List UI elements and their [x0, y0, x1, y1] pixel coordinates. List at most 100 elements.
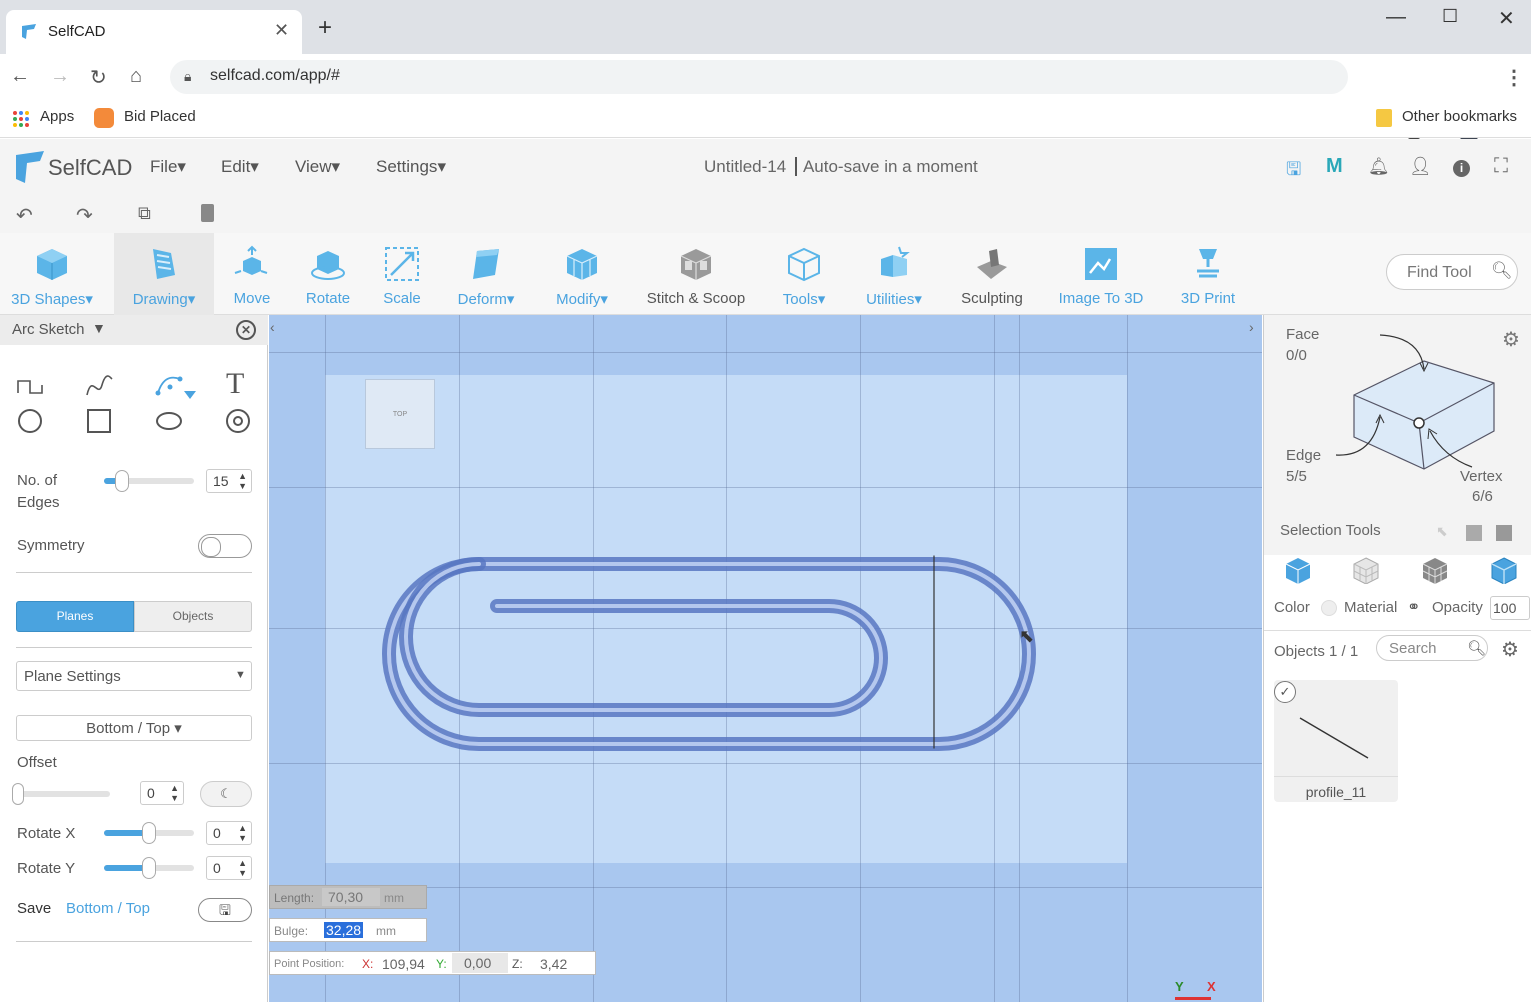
- doc-name[interactable]: Untitled-14: [704, 157, 786, 176]
- ribbon-image-to-3d[interactable]: Image To 3D: [1050, 233, 1152, 315]
- save-plane-link[interactable]: Bottom / Top: [66, 900, 150, 917]
- vertex-mode-icon[interactable]: [1490, 556, 1518, 584]
- object-mode-icon[interactable]: [1284, 556, 1312, 584]
- polyline-icon[interactable]: [16, 373, 46, 399]
- tab-planes[interactable]: Planes: [16, 601, 134, 632]
- rotate-y-slider[interactable]: [104, 857, 194, 879]
- offset-stepper[interactable]: 0 ▲ ▼: [140, 781, 184, 805]
- object-card[interactable]: ✓ profile_11: [1274, 680, 1398, 802]
- checkmark-icon[interactable]: ✓: [1274, 681, 1296, 703]
- maximize-icon[interactable]: ☐: [1442, 6, 1458, 27]
- plane-settings-dropdown[interactable]: Plane Settings ▼: [16, 661, 252, 691]
- objects-gear-icon[interactable]: ⚙: [1501, 637, 1519, 662]
- gear-icon[interactable]: ⚙: [1502, 327, 1520, 352]
- m-logo-icon[interactable]: M: [1326, 155, 1343, 178]
- omnibox[interactable]: 🔒︎ selfcad.com/app/#: [170, 60, 1348, 94]
- ribbon-rotate[interactable]: Rotate: [290, 233, 366, 315]
- ribbon-stitch-scoop[interactable]: Stitch & Scoop: [634, 233, 758, 315]
- close-panel-icon[interactable]: ✕: [236, 320, 256, 340]
- ellipse-tool-icon[interactable]: [156, 412, 182, 430]
- offset-reset-button[interactable]: ☾: [200, 781, 252, 807]
- rotate-y-stepper[interactable]: 0 ▲ ▼: [206, 856, 252, 880]
- ribbon-utilities[interactable]: Utilities▾: [852, 233, 936, 315]
- ring-tool-icon[interactable]: [226, 409, 250, 433]
- selection-cube-diagram[interactable]: [1324, 327, 1504, 477]
- bell-icon[interactable]: 🔔︎: [1368, 157, 1390, 177]
- ribbon-3d-print[interactable]: 3D Print: [1166, 233, 1250, 315]
- find-tool-input[interactable]: Find Tool 🔍︎: [1386, 254, 1518, 290]
- symmetry-toggle[interactable]: [198, 534, 252, 558]
- chevron-down-icon[interactable]: ▼: [92, 320, 106, 336]
- menu-edit[interactable]: Edit▾: [221, 157, 259, 177]
- forward-icon[interactable]: →: [50, 65, 70, 88]
- bookmark-apps[interactable]: Apps: [40, 108, 74, 125]
- redo-icon[interactable]: ↷: [76, 203, 93, 228]
- select-all-icon[interactable]: [1496, 525, 1512, 541]
- menu-file[interactable]: File▾: [150, 157, 186, 177]
- back-icon[interactable]: ←: [10, 65, 30, 88]
- user-icon[interactable]: 👤︎: [1409, 156, 1432, 177]
- rotate-x-slider[interactable]: [104, 822, 194, 844]
- edge-mode-icon[interactable]: [1421, 556, 1449, 584]
- objects-search-input[interactable]: Search 🔍︎: [1376, 635, 1488, 661]
- 3d-viewport[interactable]: TOP ‹ ⬉ Length: 70,30 mm Bulge: 32,28 mm…: [269, 315, 1262, 1002]
- curve-icon[interactable]: [84, 373, 114, 399]
- collapse-right-icon[interactable]: ›: [1249, 319, 1254, 335]
- plane-select-dropdown[interactable]: Bottom / Top ▾: [16, 715, 252, 741]
- arc-tool-icon[interactable]: [154, 371, 198, 401]
- bookmark-bid-placed[interactable]: Bid Placed: [124, 108, 196, 125]
- collapse-left-icon[interactable]: ‹: [270, 319, 275, 335]
- delete-icon[interactable]: [201, 204, 214, 222]
- rotate-x-stepper[interactable]: 0 ▲ ▼: [206, 821, 252, 845]
- length-readout: Length: 70,30 mm: [269, 885, 427, 909]
- material-icon[interactable]: ⚭: [1407, 597, 1420, 617]
- ribbon-scale[interactable]: Scale: [366, 233, 438, 315]
- browser-tab[interactable]: SelfCAD ✕: [6, 10, 302, 54]
- reload-icon[interactable]: ↻: [90, 65, 107, 90]
- bulge-value-input[interactable]: 32,28: [324, 922, 364, 938]
- search-icon[interactable]: 🔍︎: [1491, 261, 1513, 281]
- ribbon-move[interactable]: Move: [214, 233, 290, 315]
- rotate-x-knob[interactable]: [142, 822, 156, 844]
- other-bookmarks[interactable]: Other bookmarks: [1402, 108, 1517, 125]
- color-swatch[interactable]: [1321, 600, 1337, 616]
- ribbon-modify[interactable]: Modify▾: [538, 233, 626, 315]
- rotate-y-knob[interactable]: [142, 857, 156, 879]
- home-icon[interactable]: ⌂: [130, 65, 142, 88]
- select-box-icon[interactable]: [1466, 525, 1482, 541]
- undo-icon[interactable]: ↶: [16, 203, 33, 228]
- info-icon[interactable]: i: [1453, 160, 1470, 177]
- edges-stepper[interactable]: 15 ▲ ▼: [206, 469, 252, 493]
- length-value: 70,30: [322, 888, 380, 906]
- menu-view[interactable]: View▾: [295, 157, 340, 177]
- edges-slider-knob[interactable]: [115, 470, 129, 492]
- ribbon-deform[interactable]: Deform▾: [440, 233, 532, 315]
- offset-slider[interactable]: [12, 783, 110, 805]
- offset-slider-knob[interactable]: [12, 783, 24, 805]
- ribbon-3d-shapes[interactable]: 3D Shapes▾: [4, 233, 100, 315]
- minimize-icon[interactable]: —: [1386, 6, 1406, 29]
- circle-tool-icon[interactable]: [18, 409, 42, 433]
- text-tool-icon[interactable]: T: [226, 367, 244, 401]
- edges-slider[interactable]: [104, 470, 194, 492]
- opacity-stepper[interactable]: 100: [1490, 596, 1530, 620]
- window-close-icon[interactable]: ✕: [1498, 6, 1515, 31]
- ribbon-drawing[interactable]: Drawing▾: [114, 233, 214, 315]
- rectangle-tool-icon[interactable]: [87, 409, 111, 433]
- save-plane-button[interactable]: 🖫: [198, 898, 252, 922]
- tab-objects[interactable]: Objects: [134, 601, 252, 632]
- browser-menu-icon[interactable]: ⋮: [1504, 65, 1524, 90]
- save-icon[interactable]: 🖫: [1286, 157, 1301, 187]
- copy-icon[interactable]: ⧉: [138, 203, 151, 224]
- search-icon[interactable]: 🔍︎: [1467, 639, 1486, 657]
- new-tab-button[interactable]: +: [318, 14, 332, 42]
- fullscreen-icon[interactable]: ⛶: [1494, 155, 1508, 178]
- face-mode-icon[interactable]: [1352, 556, 1380, 584]
- close-tab-icon[interactable]: ✕: [274, 20, 289, 41]
- ribbon-sculpting[interactable]: Sculpting: [950, 233, 1034, 315]
- label: Tools▾: [782, 291, 826, 308]
- view-cube[interactable]: TOP: [365, 379, 435, 449]
- ribbon-tools[interactable]: Tools▾: [766, 233, 842, 315]
- select-cursor-icon[interactable]: ⬉: [1436, 523, 1448, 540]
- menu-settings[interactable]: Settings▾: [376, 157, 446, 177]
